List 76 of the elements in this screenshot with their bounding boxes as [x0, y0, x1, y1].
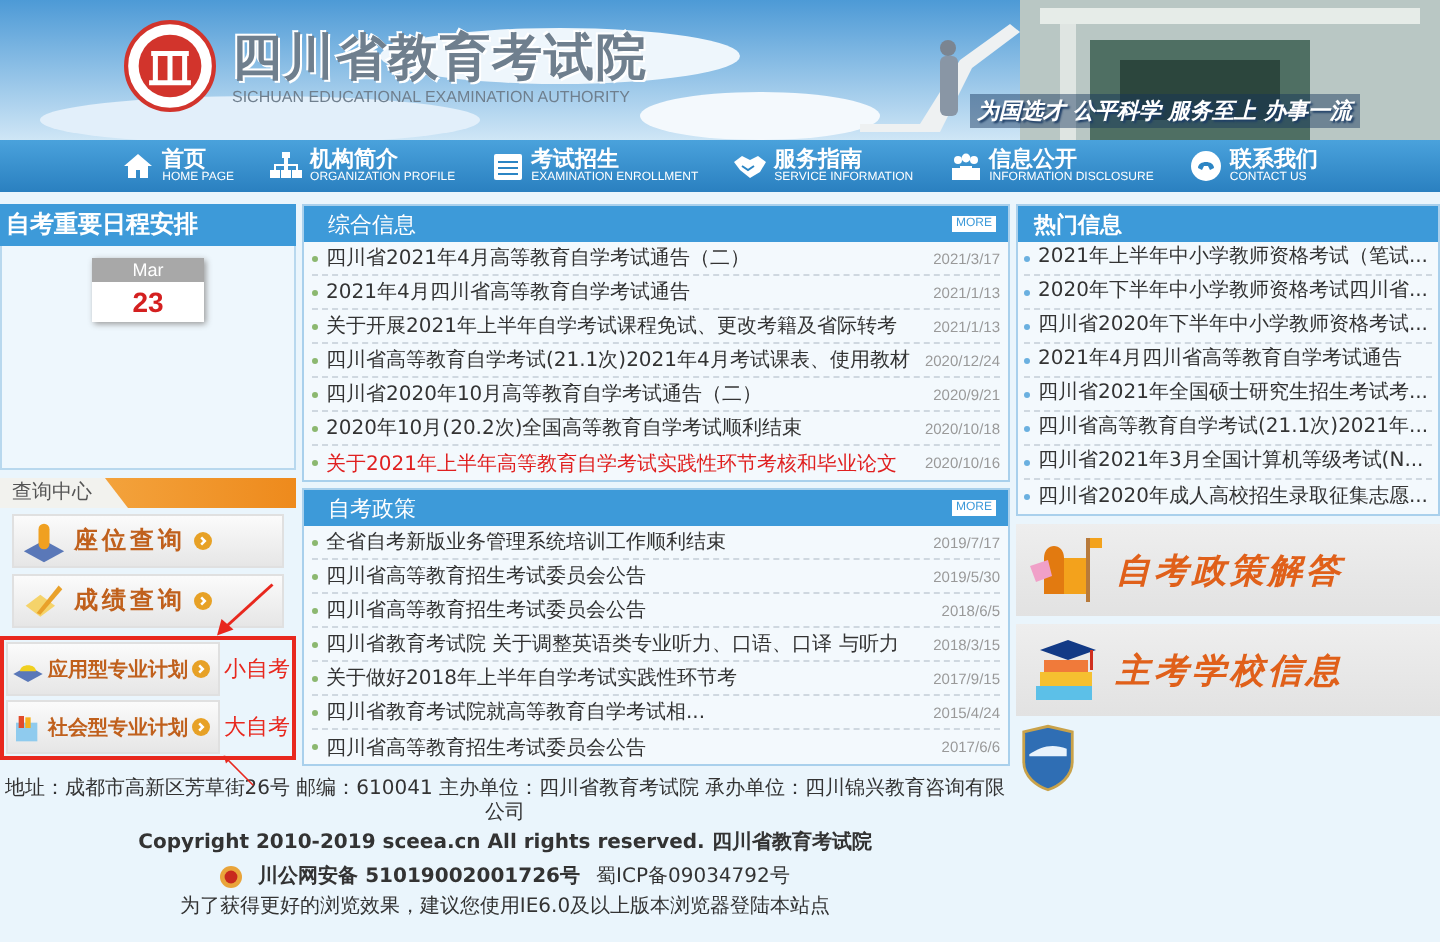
arrow-circle-icon	[192, 660, 210, 678]
annotation-label: 大自考	[224, 712, 290, 742]
site-title: 四川省教育考试院	[232, 27, 648, 87]
news-link[interactable]: 关于开展2021年上半年自学考试课程免试、更改考籍及省际转考	[326, 312, 928, 340]
bullet-icon	[1024, 289, 1030, 295]
news-link[interactable]: 2021年4月四川省高等教育自学考试通告	[326, 278, 928, 306]
bullet-icon	[312, 460, 318, 466]
people-icon	[949, 150, 982, 182]
query-button[interactable]: 社会型专业计划	[6, 700, 220, 754]
panel-header: 自考重要日程安排	[0, 204, 296, 246]
arrow-circle-icon	[194, 532, 212, 550]
query-button[interactable]: 成绩查询	[12, 574, 284, 628]
emblem-icon	[124, 20, 216, 112]
news-link[interactable]: 2021年4月四川省高等教育自学考试通告	[1038, 348, 1432, 372]
bullet-icon	[1024, 391, 1030, 397]
news-link[interactable]: 全省自考新版业务管理系统培训工作顺利结束	[326, 528, 928, 556]
news-link[interactable]: 四川省教育考试院就高等教育自学考试相...	[326, 698, 928, 726]
news-link[interactable]: 四川省高等教育招生考试委员会公告	[326, 733, 936, 761]
phone-icon	[1189, 150, 1222, 182]
bullet-icon	[1024, 357, 1030, 363]
bullet-icon	[312, 323, 318, 329]
news-link[interactable]: 四川省2021年全国硕士研究生招生考试考...	[1038, 382, 1432, 406]
bullet-icon	[312, 641, 318, 647]
footer-text: 为了获得更好的浏览效果，建议您使用IE6.0及以上版本浏览器登陆本站点	[179, 896, 831, 920]
panel-title: 综合信息	[328, 209, 416, 239]
footer-text: 蜀ICP备09034792号	[596, 864, 790, 890]
news-link[interactable]: 四川省高等教育自学考试(21.1次)2021年...	[1038, 416, 1432, 440]
annotation-label: 小自考	[224, 654, 290, 684]
panel-title: 热门信息	[1034, 209, 1122, 239]
bullet-icon	[1024, 459, 1030, 465]
news-link[interactable]: 2021年上半年中小学教师资格考试（笔试...	[1038, 246, 1432, 270]
arrow-circle-icon	[192, 718, 210, 736]
news-link[interactable]: 四川省2021年3月全国计算机等级考试(N...	[1038, 450, 1432, 474]
news-link[interactable]: 四川省2020年10月高等教育自学考试通告（二）	[326, 380, 928, 408]
news-link[interactable]: 四川省高等教育自学考试(21.1次)2021年4月考试课表、使用教材	[326, 346, 919, 374]
bullet-icon	[312, 709, 318, 715]
bullet-icon	[1024, 494, 1030, 500]
calendar-day: 23	[92, 282, 204, 322]
panel-title: 自考政策	[328, 493, 416, 523]
document-icon	[491, 150, 524, 182]
house-icon	[122, 150, 155, 182]
bullet-icon	[312, 357, 318, 363]
query-button[interactable]: 座位查询	[12, 514, 284, 568]
news-link[interactable]: 四川省教育考试院 关于调整英语类专业听力、口语、口译 与听力	[326, 630, 928, 658]
arrow-circle-icon	[194, 592, 212, 610]
bullet-icon	[312, 573, 318, 579]
footer-text: Copyright 2010-2019 sceea.cn All rights reserved. 四川省教育考试院	[138, 832, 872, 856]
news-link[interactable]: 关于做好2018年上半年自学考试实践性环节考	[326, 664, 928, 692]
bullet-icon	[1024, 425, 1030, 431]
news-link[interactable]: 四川省高等教育招生考试委员会公告	[326, 596, 936, 624]
news-link[interactable]: 2020年下半年中小学教师资格考试四川省...	[1038, 280, 1432, 304]
news-link[interactable]: 四川省2020年下半年中小学教师资格考试...	[1038, 314, 1432, 338]
bullet-icon	[1024, 255, 1030, 261]
bullet-icon	[312, 539, 318, 545]
site-subtitle: SICHUAN EDUCATIONAL EXAMINATION AUTHORITY	[232, 87, 632, 105]
slogan: 为国选才 公平科学 服务至上 办事一流	[969, 94, 1360, 128]
bullet-icon	[312, 607, 318, 613]
bullet-icon	[312, 744, 318, 750]
bullet-icon	[1024, 323, 1030, 329]
bullet-icon	[312, 425, 318, 431]
query-button[interactable]: 应用型专业计划	[6, 642, 220, 696]
calendar-month: Mar	[92, 258, 204, 282]
news-link[interactable]: 四川省2021年4月高等教育自学考试通告（二）	[326, 244, 928, 272]
footer-text: 川公网安备 51019002001726号	[258, 862, 581, 890]
shield-icon	[1020, 724, 1076, 792]
news-link[interactable]: 四川省高等教育招生考试委员会公告	[326, 562, 928, 590]
emblem-icon	[220, 865, 243, 887]
news-link[interactable]: 2020年10月(20.2次)全国高等教育自学考试顺利结束	[326, 414, 919, 442]
bullet-icon	[312, 255, 318, 261]
org-chart-icon	[270, 150, 303, 182]
news-link[interactable]: 关于2021年上半年高等教育自学考试实践性环节考核和毕业论文	[326, 449, 919, 477]
bullet-icon	[312, 391, 318, 397]
bullet-icon	[312, 289, 318, 295]
footer-text: 地址：成都市高新区芳草街26号 邮编：610041 主办单位：四川省教育考试院 承办单位：四川锦兴教育咨询有限公司	[2, 778, 1008, 826]
bullet-icon	[312, 675, 318, 681]
news-link[interactable]: 四川省2020年成人高校招生录取征集志愿...	[1038, 485, 1432, 509]
